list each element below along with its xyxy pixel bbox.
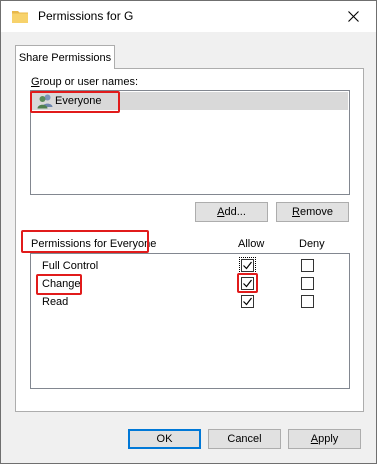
apply-button-label: Apply — [310, 433, 339, 445]
permission-name-change: Change — [42, 278, 81, 290]
group-names-label-rest: roup or user names: — [39, 76, 138, 88]
remove-button[interactable]: Remove — [276, 202, 349, 222]
add-button-label: Add... — [217, 206, 246, 218]
add-button[interactable]: Add... — [195, 202, 268, 222]
checkmark-icon — [243, 297, 252, 306]
cancel-button[interactable]: Cancel — [208, 429, 281, 449]
group-user-listbox[interactable]: Everyone — [30, 90, 350, 195]
cancel-button-label: Cancel — [227, 433, 262, 445]
ok-button[interactable]: OK — [128, 429, 201, 449]
full-control-deny-checkbox[interactable] — [301, 259, 314, 272]
checkmark-icon — [243, 279, 252, 288]
permissions-dialog: Permissions for G Share Permissions Grou… — [0, 0, 377, 464]
folder-icon — [12, 11, 28, 23]
list-item[interactable]: Everyone — [32, 92, 348, 110]
permissions-heading: Permissions for Everyone — [31, 238, 157, 250]
close-icon — [347, 11, 359, 22]
ok-button-label: OK — [156, 433, 173, 445]
permission-name-read: Read — [42, 296, 69, 308]
full-control-allow-checkbox[interactable] — [239, 257, 256, 274]
remove-button-label: Remove — [292, 206, 333, 218]
list-item-label: Everyone — [55, 95, 102, 107]
close-button[interactable] — [330, 1, 376, 32]
tab-label: Share Permissions — [18, 51, 112, 64]
read-allow-checkbox[interactable] — [241, 295, 254, 308]
title-bar: Permissions for G — [1, 1, 376, 32]
group-names-label: Group or user names: — [31, 76, 138, 88]
permission-name-full-control: Full Control — [42, 260, 99, 272]
change-deny-checkbox[interactable] — [301, 277, 314, 290]
window-title: Permissions for G — [38, 9, 134, 23]
permissions-list — [30, 253, 350, 389]
change-allow-checkbox[interactable] — [241, 277, 254, 290]
deny-column-header: Deny — [299, 238, 325, 250]
tab-share-permissions[interactable]: Share Permissions — [15, 45, 115, 69]
apply-button[interactable]: Apply — [288, 429, 361, 449]
users-icon — [37, 94, 53, 109]
read-deny-checkbox[interactable] — [301, 295, 314, 308]
allow-column-header: Allow — [238, 238, 265, 250]
checkmark-icon — [243, 261, 252, 270]
